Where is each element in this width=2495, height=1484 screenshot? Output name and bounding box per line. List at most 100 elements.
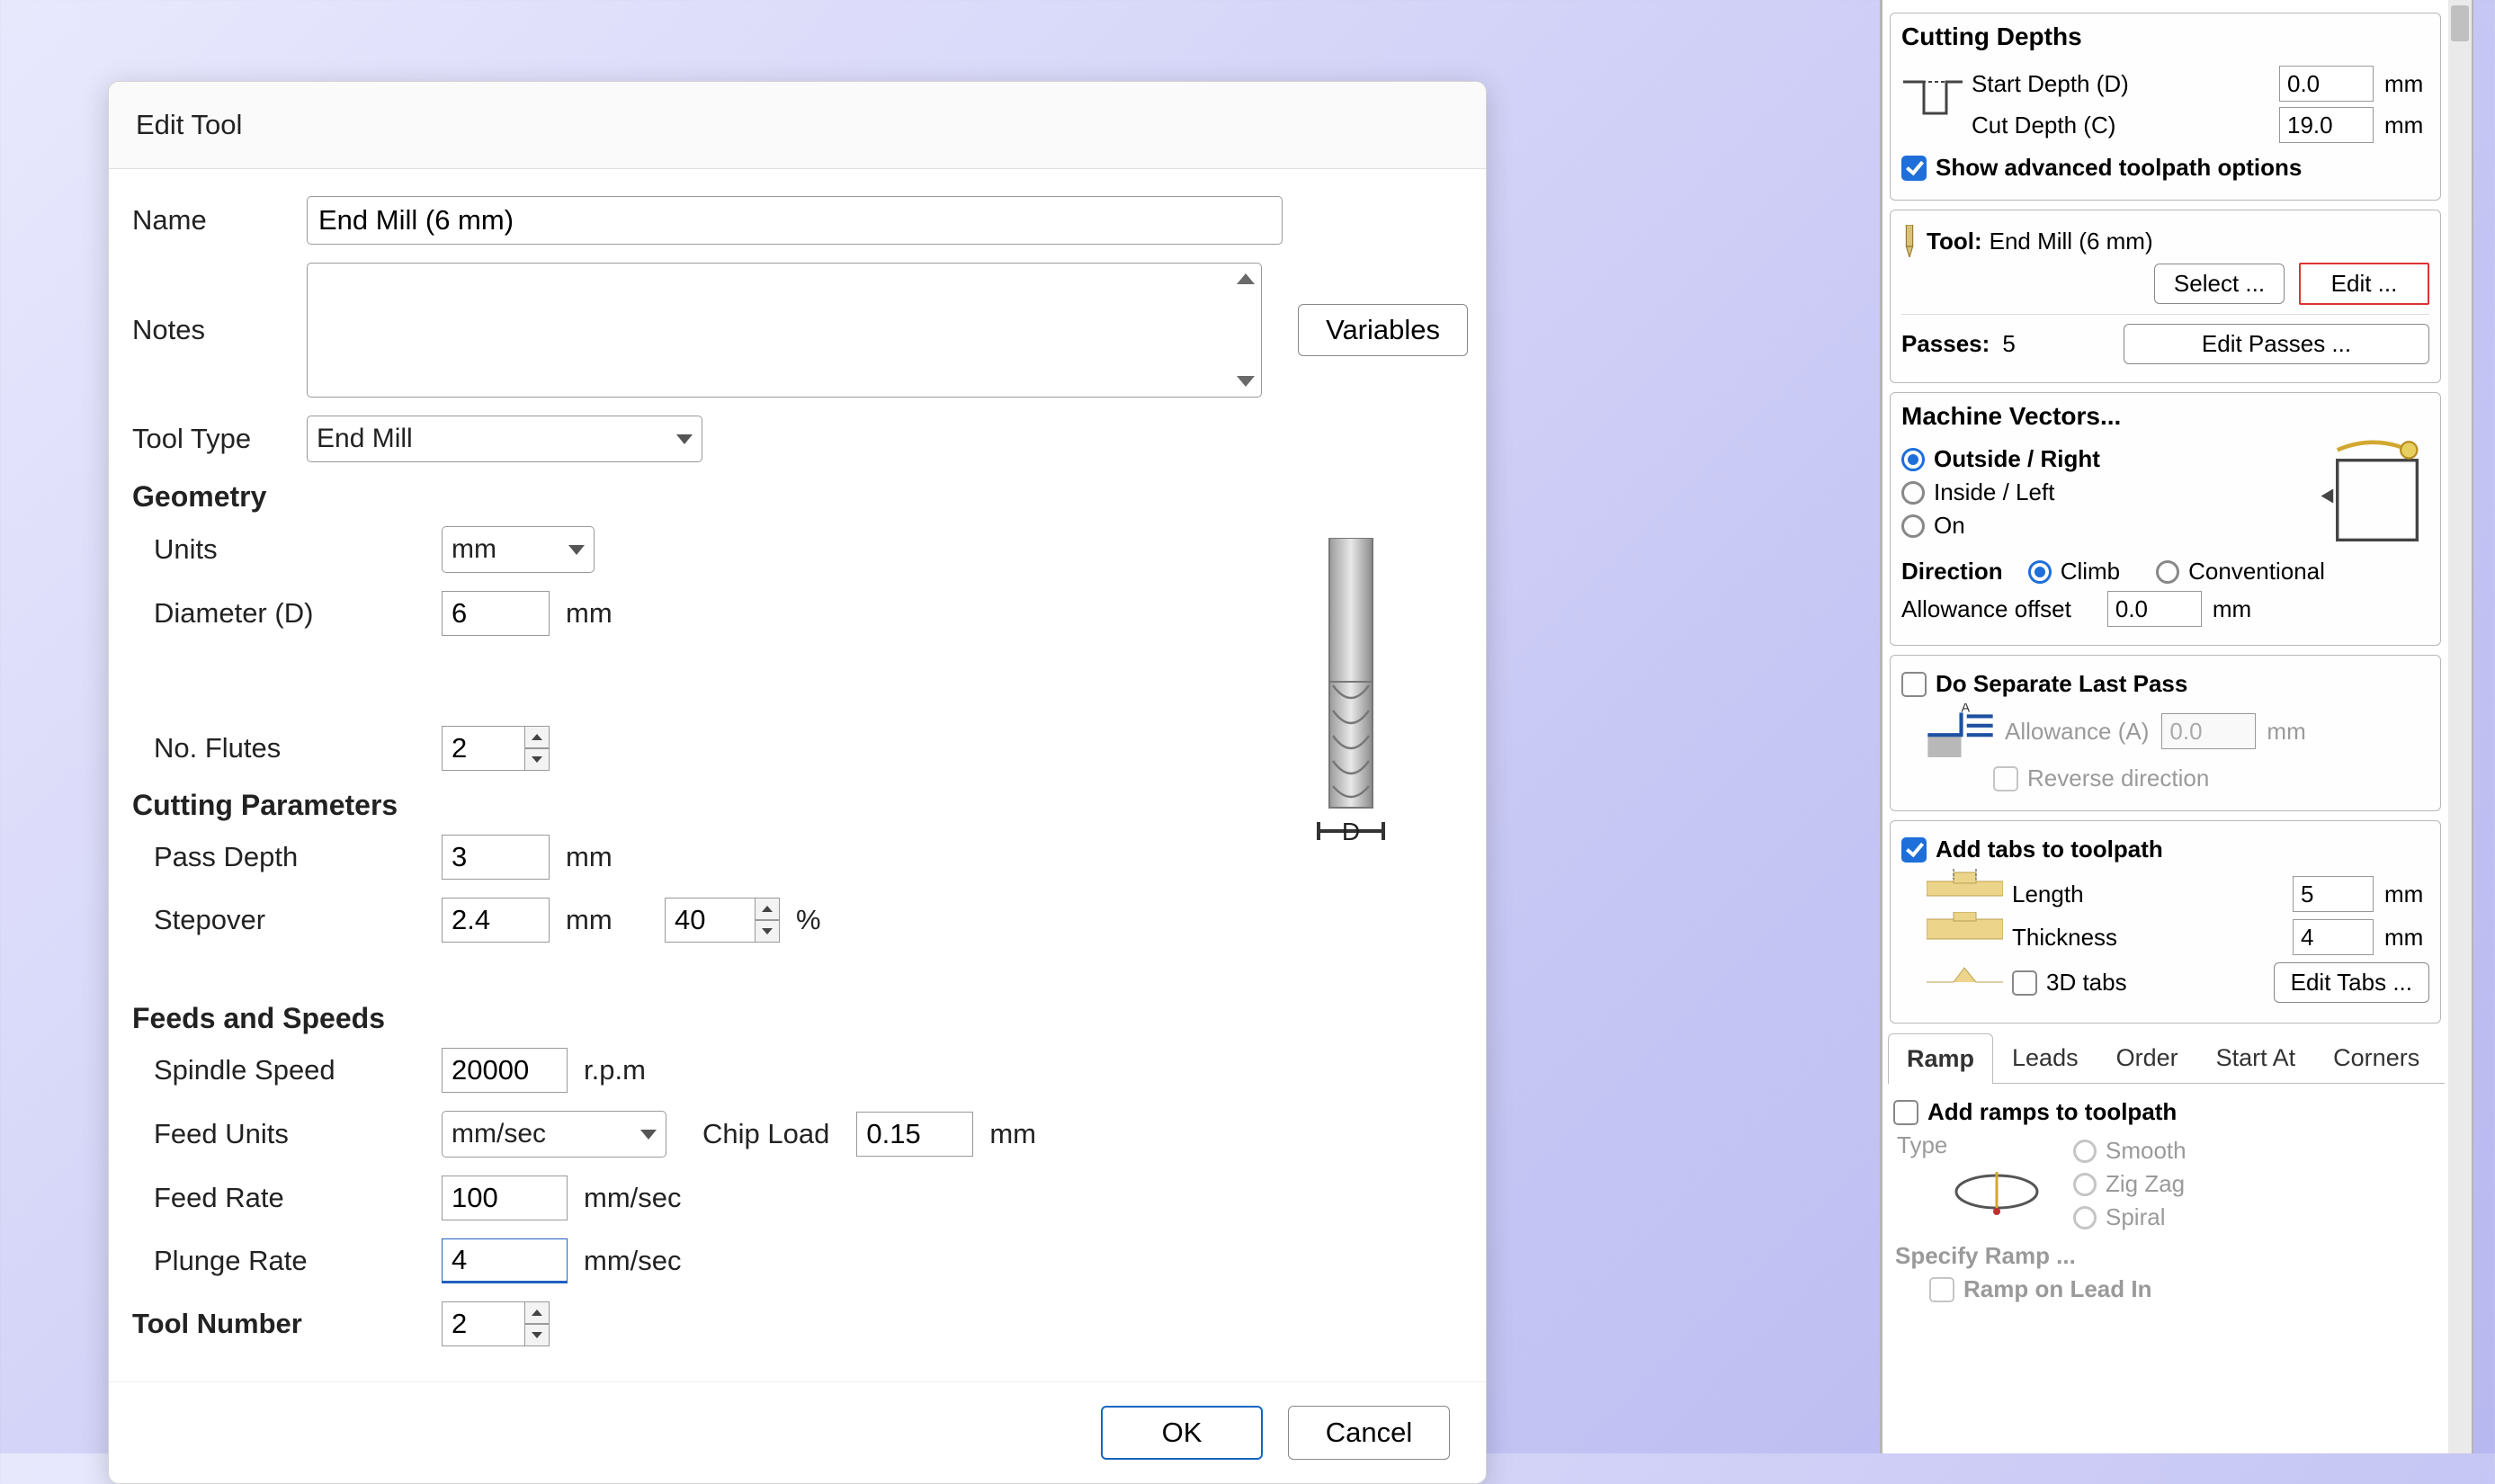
edit-passes-button[interactable]: Edit Passes ... [2124,324,2429,364]
ramp-zigzag-radio [2073,1173,2097,1196]
direction-conventional-radio[interactable] [2156,560,2179,584]
plunge-rate-unit: mm/sec [584,1245,682,1277]
diameter-label: Diameter (D) [127,597,442,630]
feed-units-label: Feed Units [127,1118,442,1150]
tab-leads[interactable]: Leads [1993,1033,2097,1083]
stepover-pct-stepper[interactable] [665,898,780,943]
feed-rate-input[interactable] [442,1176,568,1220]
tab-order[interactable]: Order [2097,1033,2197,1083]
tool-label: Tool: [1927,228,1982,255]
feed-units-select[interactable]: mm/sec [442,1111,666,1158]
variables-button[interactable]: Variables [1298,304,1468,356]
specify-ramp-label: Specify Ramp ... [1895,1242,2441,1270]
tool-type-select[interactable]: End Mill [307,416,702,462]
endmill-icon: D [1297,538,1405,844]
mv-outside-radio[interactable] [1901,448,1925,471]
show-advanced-checkbox[interactable] [1901,156,1927,181]
flutes-stepper[interactable] [442,726,550,771]
ramp-lead-in-checkbox [1929,1277,1954,1302]
svg-text:A: A [1962,703,1971,715]
chevron-down-icon [676,434,693,444]
flutes-input[interactable] [442,726,524,771]
stepover-input[interactable] [442,898,550,943]
add-ramps-checkbox[interactable] [1893,1100,1918,1125]
add-tabs-checkbox[interactable] [1901,837,1927,863]
spindle-speed-label: Spindle Speed [127,1054,442,1086]
tab-thickness-input[interactable] [2293,919,2374,955]
direction-label: Direction [1901,558,2003,586]
dialog-title: Edit Tool [109,82,1486,169]
last-pass-icon: A [1927,703,1994,759]
spin-down-icon[interactable] [524,1324,550,1346]
cut-depth-input[interactable] [2279,107,2374,143]
spin-down-icon[interactable] [524,748,550,771]
cutting-depth-icon [1901,77,1964,131]
name-input[interactable] [307,196,1283,245]
spin-up-icon[interactable] [524,726,550,748]
pass-depth-input[interactable] [442,835,550,880]
edit-tool-button[interactable]: Edit ... [2299,263,2429,305]
mv-on-radio[interactable] [1901,514,1925,538]
tool-icon [1901,225,1918,257]
cut-depth-label: Cut Depth (C) [1972,112,2115,139]
stepover-pct-input[interactable] [665,898,755,943]
units-select[interactable]: mm [442,526,595,573]
dialog-footer: OK Cancel [109,1381,1486,1483]
scrollbar-thumb[interactable] [2451,5,2469,41]
separate-last-pass-checkbox[interactable] [1901,672,1927,697]
tab-thickness-icon [1927,912,2003,944]
diameter-input[interactable] [442,591,550,636]
chip-load-unit: mm [989,1118,1036,1150]
mv-inside-label: Inside / Left [1934,478,2054,506]
units-value: mm [452,534,496,565]
edit-tabs-button[interactable]: Edit Tabs ... [2274,962,2429,1003]
notes-textarea[interactable] [307,263,1262,398]
cut-depth-unit: mm [2384,112,2429,139]
spin-up-icon[interactable] [524,1301,550,1324]
separate-last-pass-group: Do Separate Last Pass A Allowance (A) mm… [1890,655,2441,811]
ok-button[interactable]: OK [1101,1406,1263,1460]
mv-on-label: On [1934,512,1965,540]
dlp-allowance-label: Allowance (A) [2005,718,2149,746]
cancel-button[interactable]: Cancel [1288,1406,1450,1460]
feed-rate-unit: mm/sec [584,1182,682,1214]
mv-inside-radio[interactable] [1901,481,1925,505]
mv-outside-label: Outside / Right [1934,445,2100,473]
tool-number-stepper[interactable] [442,1301,550,1346]
tool-name: End Mill (6 mm) [1990,228,2153,255]
tab-ramp[interactable]: Ramp [1888,1033,1993,1084]
tabs-3d-checkbox[interactable] [2012,970,2037,996]
direction-climb-radio[interactable] [2028,560,2052,584]
add-tabs-group: Add tabs to toolpath Length mm Thickness… [1890,820,2441,1024]
tab-corners[interactable]: Corners [2314,1033,2438,1083]
ramp-smooth-radio [2073,1140,2097,1163]
select-tool-button[interactable]: Select ... [2154,264,2285,304]
ramp-type-label: Type [1897,1131,2064,1159]
add-ramps-label: Add ramps to toolpath [1927,1098,2177,1126]
tab-thickness-unit: mm [2384,924,2429,952]
notes-scroll-up-icon[interactable] [1237,273,1255,284]
spin-down-icon[interactable] [755,920,780,943]
cutting-depths-title: Cutting Depths [1901,22,2429,51]
feed-units-value: mm/sec [452,1119,546,1149]
chip-load-input[interactable] [856,1112,973,1157]
panel-scrollbar[interactable] [2448,0,2472,1453]
notes-label: Notes [127,314,307,346]
start-depth-input[interactable] [2279,66,2374,102]
tool-type-label: Tool Type [127,423,307,455]
plunge-rate-input[interactable] [442,1238,568,1283]
reverse-direction-label: Reverse direction [2027,764,2209,792]
tab-start-at[interactable]: Start At [2197,1033,2315,1083]
tool-number-input[interactable] [442,1301,524,1346]
allowance-offset-input[interactable] [2107,591,2202,627]
stepover-unit: mm [566,904,620,936]
notes-scroll-down-icon[interactable] [1237,376,1255,387]
tabs-icons [1927,869,2003,1010]
tab-length-input[interactable] [2293,876,2374,912]
spindle-speed-input[interactable] [442,1048,568,1093]
passes-label: Passes: [1901,330,1990,358]
spin-up-icon[interactable] [755,898,780,920]
tool-number-label: Tool Number [127,1308,442,1340]
ramp-lead-in-label: Ramp on Lead In [1963,1275,2151,1303]
flutes-label: No. Flutes [127,732,442,764]
